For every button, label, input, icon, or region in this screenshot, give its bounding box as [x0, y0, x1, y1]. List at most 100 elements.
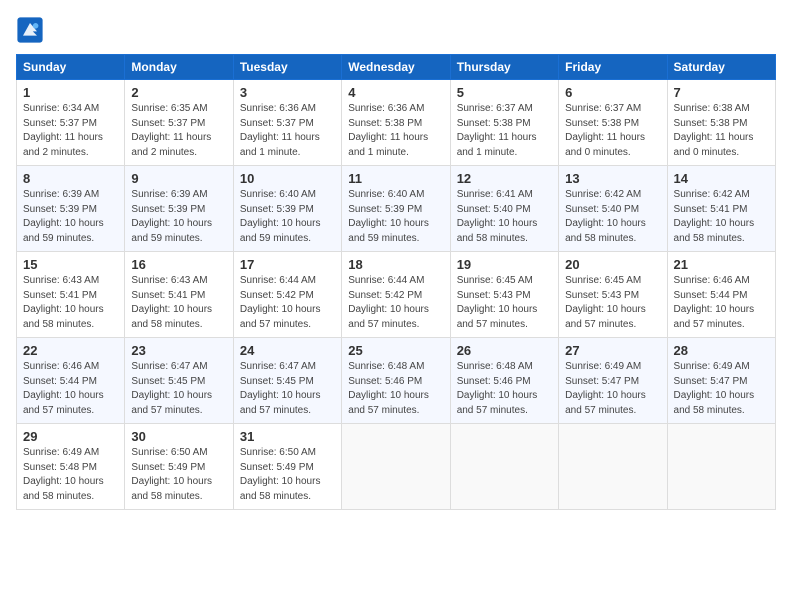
- day-info: Sunrise: 6:36 AMSunset: 5:37 PMDaylight:…: [240, 102, 335, 160]
- calendar-cell: 11Sunrise: 6:40 AMSunset: 5:39 PMDayligh…: [342, 166, 450, 252]
- day-info: Sunrise: 6:49 AMSunset: 5:47 PMDaylight:…: [674, 360, 769, 418]
- calendar-cell: 16 Sunrise: 6:43 AMSunset: 5:41 PMDayligh…: [125, 252, 233, 338]
- day-number: 4: [348, 85, 443, 100]
- calendar-cell: 7 Sunrise: 6:38 AMSunset: 5:38 PMDaylight…: [667, 80, 775, 166]
- calendar-cell: [450, 424, 558, 510]
- day-info: Sunrise: 6:46 AMSunset: 5:44 PMDaylight:…: [23, 360, 118, 418]
- logo: [16, 16, 46, 44]
- calendar-cell: 2 Sunrise: 6:35 AMSunset: 5:37 PMDaylight…: [125, 80, 233, 166]
- day-info: Sunrise: 6:38 AMSunset: 5:38 PMDaylight:…: [674, 102, 769, 160]
- calendar-row: 15 Sunrise: 6:43 AMSunset: 5:41 PMDayligh…: [17, 252, 776, 338]
- day-number: 29: [23, 429, 118, 444]
- day-number: 2: [131, 85, 226, 100]
- day-info: Sunrise: 6:39 AMSunset: 5:39 PMDaylight:…: [23, 188, 118, 246]
- day-number: 7: [674, 85, 769, 100]
- day-info: Sunrise: 6:48 AMSunset: 5:46 PMDaylight:…: [457, 360, 552, 418]
- calendar-cell: 17 Sunrise: 6:44 AMSunset: 5:42 PMDayligh…: [233, 252, 341, 338]
- day-info: Sunrise: 6:44 AMSunset: 5:42 PMDaylight:…: [348, 274, 443, 332]
- day-number: 18: [348, 257, 443, 272]
- calendar-cell: 25 Sunrise: 6:48 AMSunset: 5:46 PMDayligh…: [342, 338, 450, 424]
- day-number: 11: [348, 171, 443, 186]
- day-number: 23: [131, 343, 226, 358]
- day-info: Sunrise: 6:35 AMSunset: 5:37 PMDaylight:…: [131, 102, 226, 160]
- day-number: 20: [565, 257, 660, 272]
- calendar-row: 29 Sunrise: 6:49 AMSunset: 5:48 PMDayligh…: [17, 424, 776, 510]
- calendar-cell: 15 Sunrise: 6:43 AMSunset: 5:41 PMDayligh…: [17, 252, 125, 338]
- calendar-cell: 13 Sunrise: 6:42 AMSunset: 5:40 PMDayligh…: [559, 166, 667, 252]
- day-info: Sunrise: 6:37 AMSunset: 5:38 PMDaylight:…: [565, 102, 660, 160]
- day-info: Sunrise: 6:49 AMSunset: 5:48 PMDaylight:…: [23, 446, 118, 504]
- calendar-cell: 24 Sunrise: 6:47 AMSunset: 5:45 PMDayligh…: [233, 338, 341, 424]
- day-info: Sunrise: 6:50 AMSunset: 5:49 PMDaylight:…: [240, 446, 335, 504]
- day-info: Sunrise: 6:36 AMSunset: 5:38 PMDaylight:…: [348, 102, 443, 160]
- calendar-cell: 21 Sunrise: 6:46 AMSunset: 5:44 PMDayligh…: [667, 252, 775, 338]
- day-info: Sunrise: 6:46 AMSunset: 5:44 PMDaylight:…: [674, 274, 769, 332]
- calendar-cell: 29 Sunrise: 6:49 AMSunset: 5:48 PMDayligh…: [17, 424, 125, 510]
- col-header-tuesday: Tuesday: [233, 55, 341, 80]
- col-header-thursday: Thursday: [450, 55, 558, 80]
- day-info: Sunrise: 6:41 AMSunset: 5:40 PMDaylight:…: [457, 188, 552, 246]
- day-number: 30: [131, 429, 226, 444]
- day-info: Sunrise: 6:47 AMSunset: 5:45 PMDaylight:…: [240, 360, 335, 418]
- day-number: 24: [240, 343, 335, 358]
- calendar-cell: 10Sunrise: 6:40 AMSunset: 5:39 PMDayligh…: [233, 166, 341, 252]
- col-header-monday: Monday: [125, 55, 233, 80]
- day-number: 17: [240, 257, 335, 272]
- day-info: Sunrise: 6:42 AMSunset: 5:41 PMDaylight:…: [674, 188, 769, 246]
- calendar-cell: 4 Sunrise: 6:36 AMSunset: 5:38 PMDaylight…: [342, 80, 450, 166]
- day-info: Sunrise: 6:48 AMSunset: 5:46 PMDaylight:…: [348, 360, 443, 418]
- day-number: 3: [240, 85, 335, 100]
- col-header-saturday: Saturday: [667, 55, 775, 80]
- page-header: [16, 16, 776, 44]
- calendar-cell: [559, 424, 667, 510]
- day-number: 27: [565, 343, 660, 358]
- day-number: 6: [565, 85, 660, 100]
- logo-icon: [16, 16, 44, 44]
- calendar-cell: 20Sunrise: 6:45 AMSunset: 5:43 PMDayligh…: [559, 252, 667, 338]
- calendar-cell: 22Sunrise: 6:46 AMSunset: 5:44 PMDayligh…: [17, 338, 125, 424]
- day-number: 13: [565, 171, 660, 186]
- calendar-cell: 8 Sunrise: 6:39 AMSunset: 5:39 PMDaylight…: [17, 166, 125, 252]
- calendar-cell: 6 Sunrise: 6:37 AMSunset: 5:38 PMDaylight…: [559, 80, 667, 166]
- calendar-cell: [342, 424, 450, 510]
- day-number: 21: [674, 257, 769, 272]
- day-number: 28: [674, 343, 769, 358]
- col-header-sunday: Sunday: [17, 55, 125, 80]
- day-number: 10: [240, 171, 335, 186]
- day-number: 15: [23, 257, 118, 272]
- calendar-cell: [667, 424, 775, 510]
- day-info: Sunrise: 6:45 AMSunset: 5:43 PMDaylight:…: [457, 274, 552, 332]
- day-info: Sunrise: 6:50 AMSunset: 5:49 PMDaylight:…: [131, 446, 226, 504]
- day-info: Sunrise: 6:37 AMSunset: 5:38 PMDaylight:…: [457, 102, 552, 160]
- day-info: Sunrise: 6:44 AMSunset: 5:42 PMDaylight:…: [240, 274, 335, 332]
- header-row: SundayMondayTuesdayWednesdayThursdayFrid…: [17, 55, 776, 80]
- day-number: 31: [240, 429, 335, 444]
- day-number: 14: [674, 171, 769, 186]
- calendar-cell: 28 Sunrise: 6:49 AMSunset: 5:47 PMDayligh…: [667, 338, 775, 424]
- day-info: Sunrise: 6:34 AMSunset: 5:37 PMDaylight:…: [23, 102, 118, 160]
- day-info: Sunrise: 6:42 AMSunset: 5:40 PMDaylight:…: [565, 188, 660, 246]
- calendar-cell: 12Sunrise: 6:41 AMSunset: 5:40 PMDayligh…: [450, 166, 558, 252]
- day-info: Sunrise: 6:47 AMSunset: 5:45 PMDaylight:…: [131, 360, 226, 418]
- calendar-cell: 31 Sunrise: 6:50 AMSunset: 5:49 PMDayligh…: [233, 424, 341, 510]
- day-number: 19: [457, 257, 552, 272]
- day-info: Sunrise: 6:49 AMSunset: 5:47 PMDaylight:…: [565, 360, 660, 418]
- calendar-cell: 5 Sunrise: 6:37 AMSunset: 5:38 PMDaylight…: [450, 80, 558, 166]
- day-number: 8: [23, 171, 118, 186]
- day-number: 26: [457, 343, 552, 358]
- calendar-cell: 30 Sunrise: 6:50 AMSunset: 5:49 PMDayligh…: [125, 424, 233, 510]
- calendar-row: 22Sunrise: 6:46 AMSunset: 5:44 PMDayligh…: [17, 338, 776, 424]
- day-number: 5: [457, 85, 552, 100]
- day-number: 16: [131, 257, 226, 272]
- day-info: Sunrise: 6:43 AMSunset: 5:41 PMDaylight:…: [131, 274, 226, 332]
- calendar-table: SundayMondayTuesdayWednesdayThursdayFrid…: [16, 54, 776, 510]
- day-info: Sunrise: 6:39 AMSunset: 5:39 PMDaylight:…: [131, 188, 226, 246]
- calendar-cell: 14 Sunrise: 6:42 AMSunset: 5:41 PMDayligh…: [667, 166, 775, 252]
- day-number: 25: [348, 343, 443, 358]
- calendar-cell: 19 Sunrise: 6:45 AMSunset: 5:43 PMDayligh…: [450, 252, 558, 338]
- calendar-cell: 26 Sunrise: 6:48 AMSunset: 5:46 PMDayligh…: [450, 338, 558, 424]
- day-info: Sunrise: 6:43 AMSunset: 5:41 PMDaylight:…: [23, 274, 118, 332]
- calendar-cell: 27 Sunrise: 6:49 AMSunset: 5:47 PMDayligh…: [559, 338, 667, 424]
- calendar-cell: 1Sunrise: 6:34 AMSunset: 5:37 PMDaylight…: [17, 80, 125, 166]
- col-header-friday: Friday: [559, 55, 667, 80]
